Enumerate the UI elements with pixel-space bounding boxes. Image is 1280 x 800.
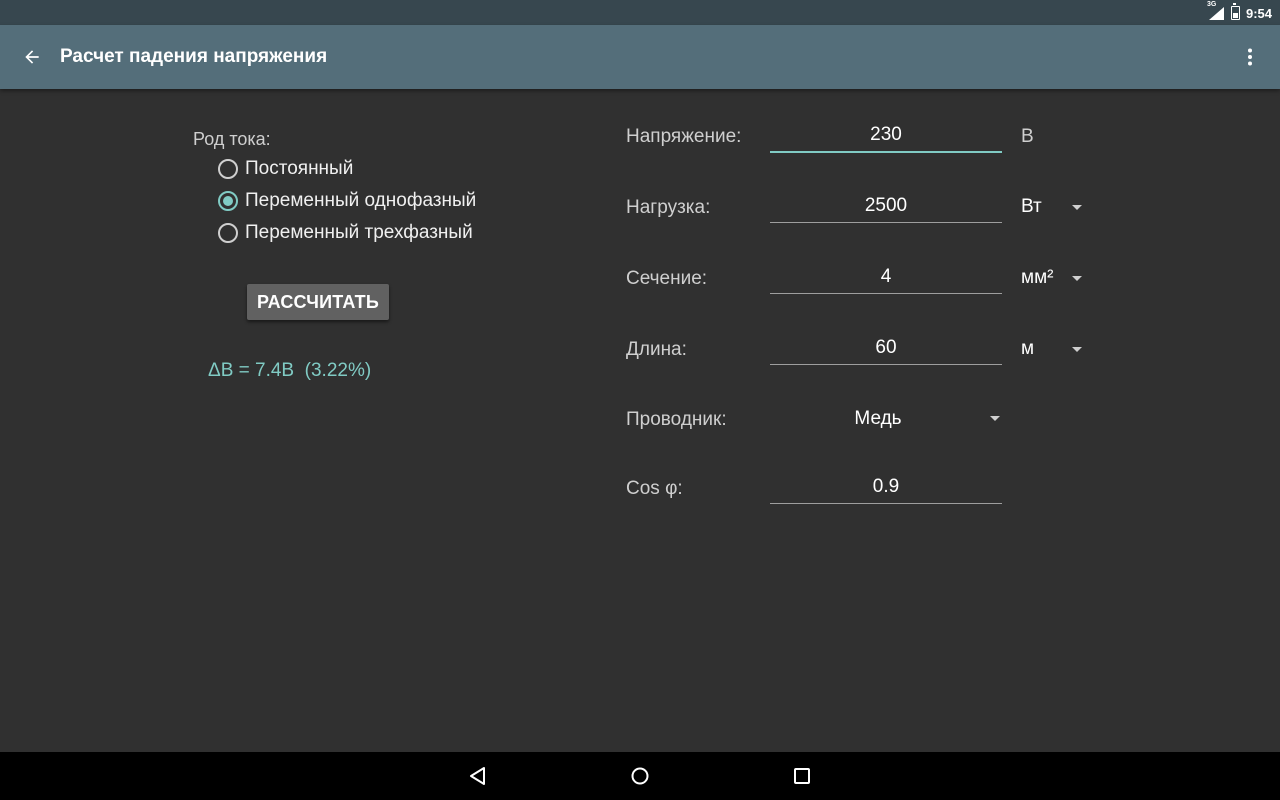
radio-unchecked-icon <box>218 223 238 243</box>
battery-icon <box>1230 3 1240 20</box>
calculate-button[interactable]: РАССЧИТАТЬ <box>247 284 389 320</box>
section-unit: мм² <box>1021 267 1054 288</box>
status-icons: 3G 9:54 <box>1207 1 1272 22</box>
load-input[interactable] <box>770 189 1002 223</box>
dropdown-arrow-icon <box>1072 205 1082 210</box>
load-label: Нагрузка: <box>626 197 711 218</box>
more-vert-icon <box>1248 48 1252 66</box>
page-title: Расчет падения напряжения <box>60 46 328 67</box>
nav-recents-button[interactable] <box>790 764 814 788</box>
length-input[interactable] <box>770 331 1002 365</box>
radio-label: Постоянный <box>245 158 354 179</box>
radio-label: Переменный трехфазный <box>245 222 473 243</box>
back-button[interactable] <box>18 43 46 71</box>
signal-icon: 3G <box>1207 1 1225 20</box>
radio-checked-icon <box>218 191 238 211</box>
length-unit-spinner[interactable]: м <box>1021 334 1085 364</box>
nav-home-icon <box>631 767 649 785</box>
navigation-bar <box>0 752 1280 800</box>
arrow-back-icon <box>25 50 39 64</box>
voltage-unit: В <box>1021 126 1034 147</box>
radio-ac-three-phase[interactable]: Переменный трехфазный <box>218 220 473 246</box>
conductor-spinner[interactable]: Медь <box>770 404 1002 434</box>
result-text: ΔВ = 7.4В (3.22%) <box>208 360 372 381</box>
dropdown-arrow-icon <box>990 416 1000 421</box>
app-bar: Расчет падения напряжения <box>0 25 1280 89</box>
section-label: Сечение: <box>626 268 708 289</box>
load-unit-spinner[interactable]: Вт <box>1021 192 1085 222</box>
current-type-label: Род тока: <box>193 129 271 149</box>
conductor-value: Медь <box>854 408 902 429</box>
nav-home-button[interactable] <box>628 764 652 788</box>
cos-phi-label: Cos φ: <box>626 478 683 499</box>
load-unit: Вт <box>1021 196 1042 217</box>
status-bar: 3G 9:54 <box>0 0 1280 25</box>
voltage-input[interactable] <box>770 119 1002 153</box>
dropdown-arrow-icon <box>1072 276 1082 281</box>
nav-recents-icon <box>794 768 810 784</box>
overflow-menu-button[interactable] <box>1238 45 1262 69</box>
nav-back-button[interactable] <box>466 764 490 788</box>
section-unit-spinner[interactable]: мм² <box>1021 263 1085 293</box>
length-label: Длина: <box>626 339 687 360</box>
section-input[interactable] <box>770 260 1002 294</box>
voltage-label: Напряжение: <box>626 126 742 147</box>
radio-unchecked-icon <box>218 159 238 179</box>
network-type: 3G <box>1206 1 1217 8</box>
cos-phi-input[interactable] <box>770 470 1002 504</box>
length-unit: м <box>1021 338 1035 359</box>
conductor-label: Проводник: <box>626 409 727 430</box>
radio-label: Переменный однофазный <box>245 190 477 211</box>
nav-back-icon <box>470 767 485 785</box>
radio-dc[interactable]: Постоянный <box>218 156 353 182</box>
radio-ac-single-phase[interactable]: Переменный однофазный <box>218 188 476 214</box>
status-time: 9:54 <box>1245 5 1272 21</box>
dropdown-arrow-icon <box>1072 347 1082 352</box>
